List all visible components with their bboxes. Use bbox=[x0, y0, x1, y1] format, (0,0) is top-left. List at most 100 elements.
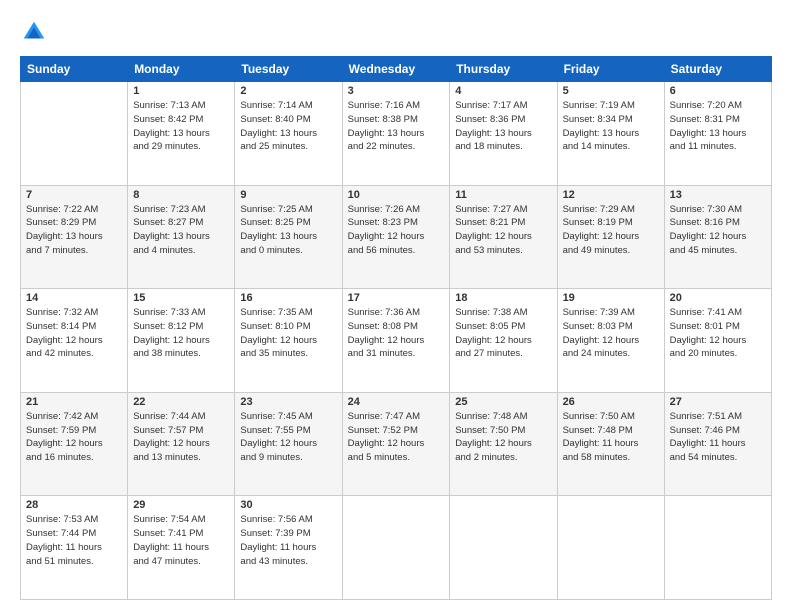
day-number: 30 bbox=[240, 499, 336, 511]
calendar-cell: 13 Sunrise: 7:30 AMSunset: 8:16 PMDayligh… bbox=[664, 185, 771, 289]
day-info: Sunrise: 7:20 AMSunset: 8:31 PMDaylight:… bbox=[670, 99, 766, 154]
calendar-cell: 12 Sunrise: 7:29 AMSunset: 8:19 PMDayligh… bbox=[557, 185, 664, 289]
day-number: 17 bbox=[348, 292, 445, 304]
calendar-cell bbox=[342, 496, 450, 600]
day-info: Sunrise: 7:39 AMSunset: 8:03 PMDaylight:… bbox=[563, 306, 659, 361]
day-number: 5 bbox=[563, 85, 659, 97]
day-number: 16 bbox=[240, 292, 336, 304]
day-info: Sunrise: 7:22 AMSunset: 8:29 PMDaylight:… bbox=[26, 203, 122, 258]
day-info: Sunrise: 7:54 AMSunset: 7:41 PMDaylight:… bbox=[133, 513, 229, 568]
day-number: 23 bbox=[240, 396, 336, 408]
calendar-cell: 19 Sunrise: 7:39 AMSunset: 8:03 PMDayligh… bbox=[557, 289, 664, 393]
day-info: Sunrise: 7:42 AMSunset: 7:59 PMDaylight:… bbox=[26, 410, 122, 465]
day-number: 12 bbox=[563, 189, 659, 201]
day-number: 7 bbox=[26, 189, 122, 201]
calendar-cell: 21 Sunrise: 7:42 AMSunset: 7:59 PMDayligh… bbox=[21, 392, 128, 496]
day-info: Sunrise: 7:29 AMSunset: 8:19 PMDaylight:… bbox=[563, 203, 659, 258]
day-number: 15 bbox=[133, 292, 229, 304]
day-info: Sunrise: 7:45 AMSunset: 7:55 PMDaylight:… bbox=[240, 410, 336, 465]
calendar-cell: 5 Sunrise: 7:19 AMSunset: 8:34 PMDaylight… bbox=[557, 82, 664, 186]
day-info: Sunrise: 7:32 AMSunset: 8:14 PMDaylight:… bbox=[26, 306, 122, 361]
day-number: 10 bbox=[348, 189, 445, 201]
calendar-cell: 6 Sunrise: 7:20 AMSunset: 8:31 PMDaylight… bbox=[664, 82, 771, 186]
calendar-header-monday: Monday bbox=[128, 57, 235, 82]
calendar-header-sunday: Sunday bbox=[21, 57, 128, 82]
day-number: 3 bbox=[348, 85, 445, 97]
calendar-cell: 11 Sunrise: 7:27 AMSunset: 8:21 PMDayligh… bbox=[450, 185, 557, 289]
day-info: Sunrise: 7:44 AMSunset: 7:57 PMDaylight:… bbox=[133, 410, 229, 465]
page: SundayMondayTuesdayWednesdayThursdayFrid… bbox=[0, 0, 792, 612]
calendar-cell: 24 Sunrise: 7:47 AMSunset: 7:52 PMDayligh… bbox=[342, 392, 450, 496]
calendar-week-row: 7 Sunrise: 7:22 AMSunset: 8:29 PMDaylight… bbox=[21, 185, 772, 289]
calendar-cell: 2 Sunrise: 7:14 AMSunset: 8:40 PMDaylight… bbox=[235, 82, 342, 186]
day-number: 9 bbox=[240, 189, 336, 201]
day-info: Sunrise: 7:17 AMSunset: 8:36 PMDaylight:… bbox=[455, 99, 551, 154]
calendar-cell: 20Sunrise: 7:41 AMSunset: 8:01 PMDayligh… bbox=[664, 289, 771, 393]
day-info: Sunrise: 7:19 AMSunset: 8:34 PMDaylight:… bbox=[563, 99, 659, 154]
day-number: 14 bbox=[26, 292, 122, 304]
day-info: Sunrise: 7:47 AMSunset: 7:52 PMDaylight:… bbox=[348, 410, 445, 465]
day-info: Sunrise: 7:16 AMSunset: 8:38 PMDaylight:… bbox=[348, 99, 445, 154]
calendar-cell: 1 Sunrise: 7:13 AMSunset: 8:42 PMDaylight… bbox=[128, 82, 235, 186]
day-number: 19 bbox=[563, 292, 659, 304]
logo-icon bbox=[20, 18, 48, 46]
day-info: Sunrise: 7:48 AMSunset: 7:50 PMDaylight:… bbox=[455, 410, 551, 465]
day-info: Sunrise: 7:30 AMSunset: 8:16 PMDaylight:… bbox=[670, 203, 766, 258]
calendar-cell: 18Sunrise: 7:38 AMSunset: 8:05 PMDayligh… bbox=[450, 289, 557, 393]
calendar-cell: 14 Sunrise: 7:32 AMSunset: 8:14 PMDayligh… bbox=[21, 289, 128, 393]
day-number: 24 bbox=[348, 396, 445, 408]
calendar-cell: 7 Sunrise: 7:22 AMSunset: 8:29 PMDaylight… bbox=[21, 185, 128, 289]
day-number: 11 bbox=[455, 189, 551, 201]
logo bbox=[20, 18, 52, 46]
day-number: 8 bbox=[133, 189, 229, 201]
calendar-week-row: 1 Sunrise: 7:13 AMSunset: 8:42 PMDaylight… bbox=[21, 82, 772, 186]
header bbox=[20, 18, 772, 46]
calendar-header-saturday: Saturday bbox=[664, 57, 771, 82]
calendar-cell: 29Sunrise: 7:54 AMSunset: 7:41 PMDayligh… bbox=[128, 496, 235, 600]
day-number: 1 bbox=[133, 85, 229, 97]
day-number: 25 bbox=[455, 396, 551, 408]
calendar-cell: 26Sunrise: 7:50 AMSunset: 7:48 PMDayligh… bbox=[557, 392, 664, 496]
day-info: Sunrise: 7:13 AMSunset: 8:42 PMDaylight:… bbox=[133, 99, 229, 154]
calendar-cell: 25 Sunrise: 7:48 AMSunset: 7:50 PMDayligh… bbox=[450, 392, 557, 496]
day-number: 20 bbox=[670, 292, 766, 304]
calendar-cell bbox=[450, 496, 557, 600]
calendar-cell: 17 Sunrise: 7:36 AMSunset: 8:08 PMDayligh… bbox=[342, 289, 450, 393]
calendar-cell: 23 Sunrise: 7:45 AMSunset: 7:55 PMDayligh… bbox=[235, 392, 342, 496]
calendar-header-wednesday: Wednesday bbox=[342, 57, 450, 82]
day-info: Sunrise: 7:23 AMSunset: 8:27 PMDaylight:… bbox=[133, 203, 229, 258]
day-info: Sunrise: 7:36 AMSunset: 8:08 PMDaylight:… bbox=[348, 306, 445, 361]
day-number: 22 bbox=[133, 396, 229, 408]
calendar-header-row: SundayMondayTuesdayWednesdayThursdayFrid… bbox=[21, 57, 772, 82]
day-number: 4 bbox=[455, 85, 551, 97]
calendar-cell: 27Sunrise: 7:51 AMSunset: 7:46 PMDayligh… bbox=[664, 392, 771, 496]
day-number: 18 bbox=[455, 292, 551, 304]
day-number: 6 bbox=[670, 85, 766, 97]
day-info: Sunrise: 7:35 AMSunset: 8:10 PMDaylight:… bbox=[240, 306, 336, 361]
day-info: Sunrise: 7:14 AMSunset: 8:40 PMDaylight:… bbox=[240, 99, 336, 154]
calendar-cell: 9Sunrise: 7:25 AMSunset: 8:25 PMDaylight… bbox=[235, 185, 342, 289]
calendar: SundayMondayTuesdayWednesdayThursdayFrid… bbox=[20, 56, 772, 600]
day-info: Sunrise: 7:27 AMSunset: 8:21 PMDaylight:… bbox=[455, 203, 551, 258]
day-info: Sunrise: 7:33 AMSunset: 8:12 PMDaylight:… bbox=[133, 306, 229, 361]
calendar-cell bbox=[21, 82, 128, 186]
day-info: Sunrise: 7:56 AMSunset: 7:39 PMDaylight:… bbox=[240, 513, 336, 568]
calendar-header-friday: Friday bbox=[557, 57, 664, 82]
day-info: Sunrise: 7:53 AMSunset: 7:44 PMDaylight:… bbox=[26, 513, 122, 568]
calendar-cell: 4 Sunrise: 7:17 AMSunset: 8:36 PMDaylight… bbox=[450, 82, 557, 186]
day-number: 21 bbox=[26, 396, 122, 408]
calendar-cell bbox=[557, 496, 664, 600]
calendar-week-row: 21 Sunrise: 7:42 AMSunset: 7:59 PMDayligh… bbox=[21, 392, 772, 496]
day-number: 2 bbox=[240, 85, 336, 97]
calendar-cell: 16 Sunrise: 7:35 AMSunset: 8:10 PMDayligh… bbox=[235, 289, 342, 393]
day-number: 26 bbox=[563, 396, 659, 408]
calendar-cell bbox=[664, 496, 771, 600]
day-info: Sunrise: 7:51 AMSunset: 7:46 PMDaylight:… bbox=[670, 410, 766, 465]
day-number: 28 bbox=[26, 499, 122, 511]
calendar-cell: 30 Sunrise: 7:56 AMSunset: 7:39 PMDayligh… bbox=[235, 496, 342, 600]
day-number: 13 bbox=[670, 189, 766, 201]
calendar-cell: 8 Sunrise: 7:23 AMSunset: 8:27 PMDaylight… bbox=[128, 185, 235, 289]
calendar-header-tuesday: Tuesday bbox=[235, 57, 342, 82]
day-info: Sunrise: 7:26 AMSunset: 8:23 PMDaylight:… bbox=[348, 203, 445, 258]
calendar-cell: 10 Sunrise: 7:26 AMSunset: 8:23 PMDayligh… bbox=[342, 185, 450, 289]
